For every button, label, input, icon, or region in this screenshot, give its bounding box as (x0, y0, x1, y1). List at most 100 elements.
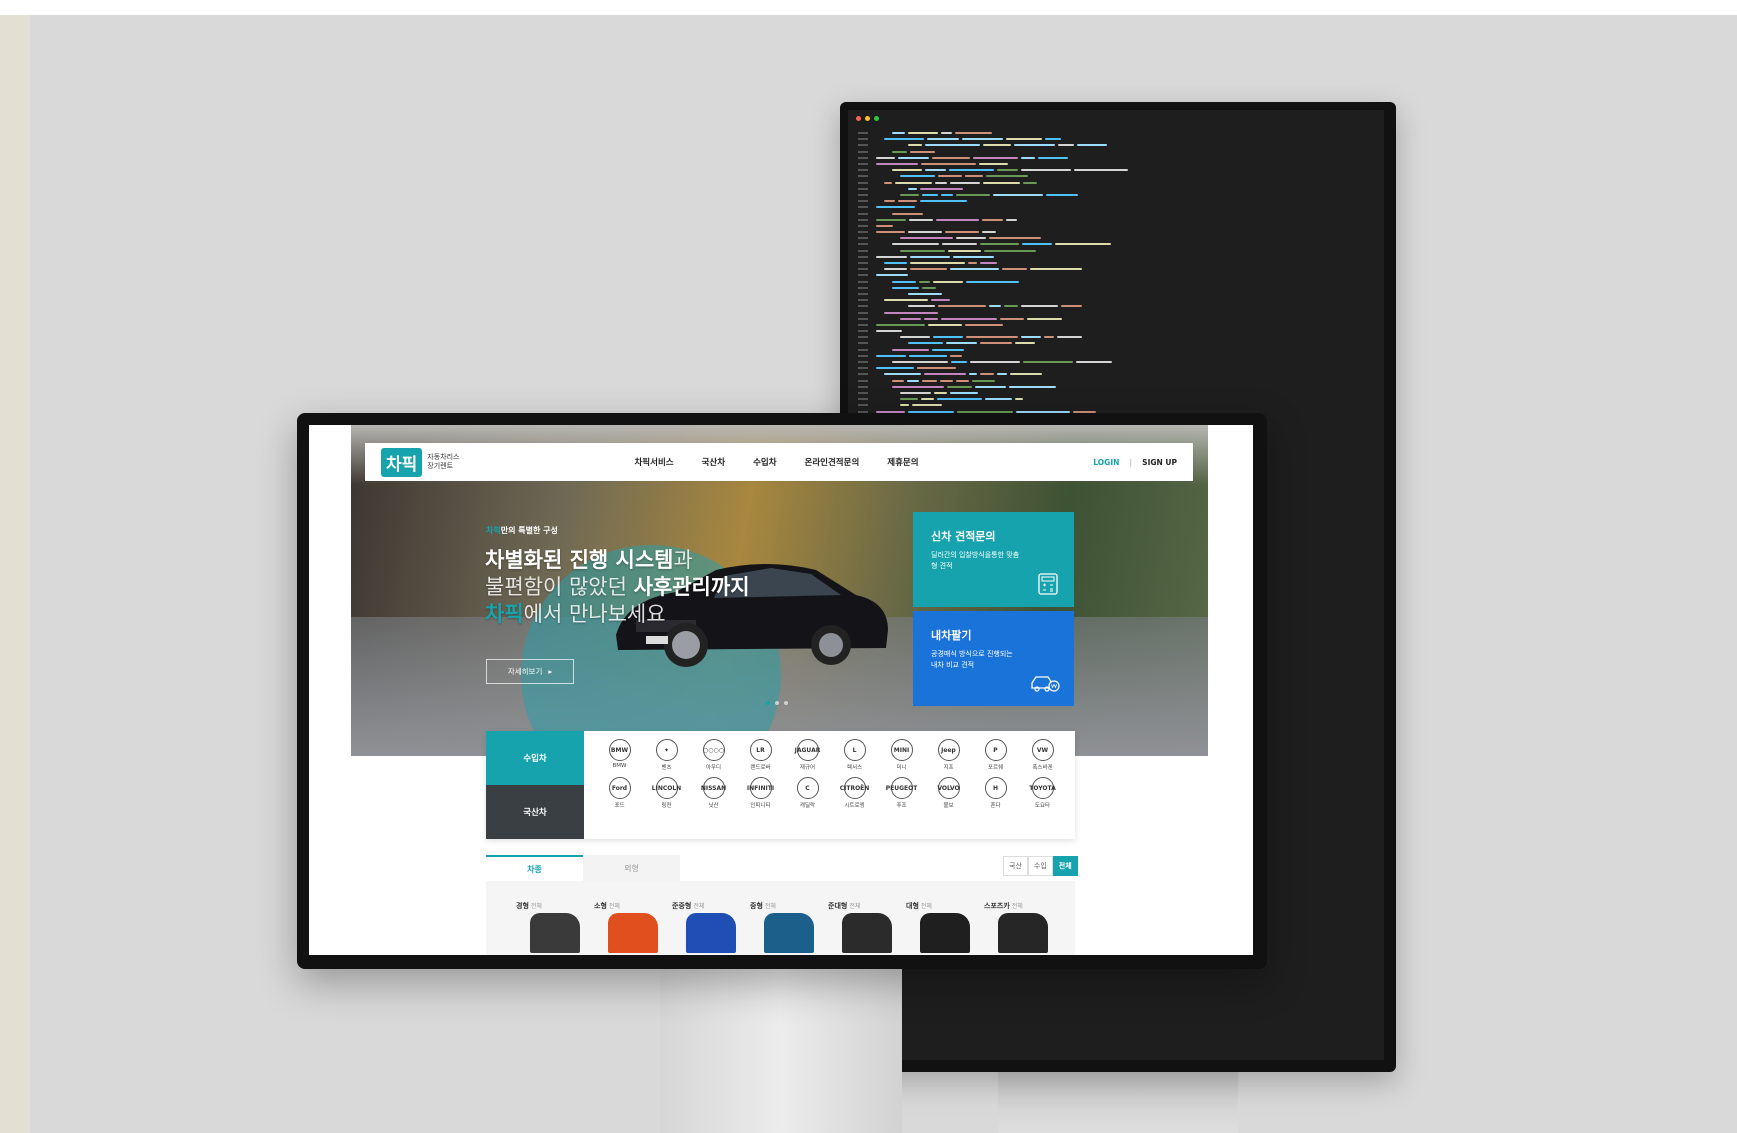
tab-domestic-cars[interactable]: 국산차 (486, 785, 584, 839)
brand-grid: BMW BMW ✦ 벤츠 ○○○○ 아우디 LR 랜드로버 JAGUAR 재규어 L 렉서스 MINI 미… (596, 739, 1066, 809)
car-type-name: 준대형 (828, 902, 848, 910)
hero-eyebrow: 차픽만의 특별한 구성 (486, 525, 558, 536)
auth-separator: | (1129, 457, 1133, 467)
auth-links: LOGIN | SIGN UP (1093, 458, 1177, 467)
brand-name: 볼보 (943, 803, 954, 809)
car-type-label: 준중형 전체 (672, 901, 727, 911)
car-type-item[interactable]: 준대형 전체 (828, 901, 892, 955)
filter-import[interactable]: 수입 (1027, 856, 1053, 876)
brand-item[interactable]: LR 랜드로버 (737, 739, 784, 771)
brand-item[interactable]: NISSAN 닛산 (690, 777, 737, 809)
brand-logo-icon: VOLVO (937, 777, 960, 799)
car-type-all-link[interactable]: 전체 (609, 903, 620, 910)
brand-name: 인피니티 (750, 803, 771, 809)
brand-name: 링컨 (661, 803, 672, 809)
brand-name: 푸조 (896, 803, 907, 809)
brand-item[interactable]: LINCOLN 링컨 (643, 777, 690, 809)
brand-item[interactable]: VOLVO 볼보 (925, 777, 972, 809)
nav-item-online-quote[interactable]: 온라인견적문의 (805, 456, 860, 468)
sell-car-card[interactable]: 내차팔기 공경매식 방식으로 진행되는 내차 비교 견적 (913, 611, 1074, 706)
brand-item[interactable]: Jeep 지프 (925, 739, 972, 771)
carousel-dot-2[interactable] (775, 701, 779, 705)
brand-item[interactable]: P 포르쉐 (972, 739, 1019, 771)
brand-item[interactable]: PEUGEOT 푸조 (878, 777, 925, 809)
car-type-item[interactable]: 대형 전체 (906, 901, 970, 955)
car-type-item[interactable]: 스포츠카 전체 (984, 901, 1048, 955)
new-car-quote-card[interactable]: 신차 견적문의 딜러간의 입찰방식을통한 맞춤형 견적 (913, 512, 1074, 607)
brand-name: 벤츠 (661, 765, 672, 771)
brand-item[interactable]: BMW BMW (596, 739, 643, 771)
brand-logo-icon: Ford (608, 777, 631, 799)
brand-item[interactable]: ✦ 벤츠 (643, 739, 690, 771)
site-logo[interactable]: 차픽 (381, 447, 423, 477)
car-type-all-link[interactable]: 전체 (693, 903, 704, 910)
tab-import-cars[interactable]: 수입차 (486, 731, 584, 785)
brand-name: 미니 (896, 765, 907, 771)
car-type-image (608, 913, 658, 953)
brand-item[interactable]: ○○○○ 아우디 (690, 739, 737, 771)
car-type-label: 대형 전체 (906, 901, 961, 911)
carousel-dot-1[interactable] (766, 701, 770, 705)
car-type-image (998, 913, 1048, 953)
car-type-item[interactable]: 소형 전체 (594, 901, 658, 955)
login-link[interactable]: LOGIN (1093, 458, 1119, 467)
brand-item[interactable]: JAGUAR 재규어 (784, 739, 831, 771)
car-type-list: 경형 전체 소형 전체 준중형 전체 중형 전체 준대형 전체 대형 전체 스포츠카 전체 (516, 901, 1048, 955)
brand-name: 도요타 (1034, 803, 1051, 809)
new-car-quote-desc: 딜러간의 입찰방식을통한 맞춤형 견적 (931, 551, 1020, 570)
car-type-label: 스포츠카 전체 (984, 901, 1039, 911)
brand-logo-icon: TOYOTA (1029, 777, 1056, 799)
signup-link[interactable]: SIGN UP (1142, 458, 1177, 467)
car-type-item[interactable]: 준중형 전체 (672, 901, 736, 955)
logo-subtitle-line1: 자동차리스 (427, 453, 460, 461)
back-monitor-stand (998, 1068, 1238, 1133)
brand-logo-icon: LINCOLN (652, 777, 681, 799)
car-type-all-link[interactable]: 전체 (1012, 903, 1023, 910)
nav-item-partnership[interactable]: 제휴문의 (887, 456, 918, 468)
car-category-tabs: 차종 외형 (486, 855, 680, 881)
brand-logo-icon: C (796, 777, 819, 799)
filter-domestic[interactable]: 국산 (1003, 856, 1028, 876)
brand-item[interactable]: H 혼다 (972, 777, 1019, 809)
car-type-item[interactable]: 중형 전체 (750, 901, 814, 955)
brand-item[interactable]: VW 폭스바겐 (1019, 739, 1066, 771)
filter-all[interactable]: 전체 (1052, 856, 1078, 876)
brand-item[interactable]: MINI 미니 (878, 739, 925, 771)
brand-name: 렉서스 (846, 765, 863, 771)
brand-name: BMW (612, 763, 627, 769)
car-type-all-link[interactable]: 전체 (531, 903, 542, 910)
brand-item[interactable]: CITROËN 시트로엥 (831, 777, 878, 809)
car-type-label: 소형 전체 (594, 901, 649, 911)
car-type-item[interactable]: 경형 전체 (516, 901, 580, 955)
brand-name: 폭스바겐 (1032, 765, 1053, 771)
brand-logo-icon: Jeep (937, 739, 960, 761)
brand-logo-icon: ○○○○ (702, 739, 725, 761)
brand-item[interactable]: C 캐딜락 (784, 777, 831, 809)
carousel-dot-3[interactable] (784, 701, 788, 705)
nav-item-domestic[interactable]: 국산차 (702, 456, 725, 468)
brand-item[interactable]: Ford 포드 (596, 777, 643, 809)
brand-item[interactable]: TOYOTA 도요타 (1019, 777, 1066, 809)
car-type-label: 중형 전체 (750, 901, 805, 911)
car-type-all-link[interactable]: 전체 (921, 903, 932, 910)
brand-item[interactable]: INFINITI 인피니티 (737, 777, 784, 809)
headline-line3-accent: 차픽 (485, 602, 524, 626)
nav-item-import[interactable]: 수입차 (753, 456, 776, 468)
brand-logo-icon: NISSAN (701, 777, 726, 799)
car-type-all-link[interactable]: 전체 (765, 903, 776, 910)
brand-name: 재규어 (799, 765, 816, 771)
more-details-button[interactable]: 자세히보기 ▸ (486, 659, 574, 684)
brand-item[interactable]: L 렉서스 (831, 739, 878, 771)
headline-line1-bold: 차별화된 진행 시스템 (485, 548, 674, 572)
hero-eyebrow-text: 만의 특별한 구성 (500, 526, 558, 535)
car-type-image (764, 913, 814, 953)
background-left-strip (0, 15, 30, 1133)
car-type-all-link[interactable]: 전체 (849, 903, 860, 910)
arrow-right-icon: ▸ (548, 667, 553, 676)
nav-item-service[interactable]: 차픽서비스 (634, 456, 673, 468)
tab-car-type[interactable]: 차종 (486, 855, 583, 881)
calculator-icon (1038, 573, 1058, 595)
tab-car-shape[interactable]: 외형 (583, 855, 680, 881)
brand-logo-icon: INFINITI (747, 777, 774, 799)
new-car-quote-title: 신차 견적문의 (931, 530, 996, 543)
